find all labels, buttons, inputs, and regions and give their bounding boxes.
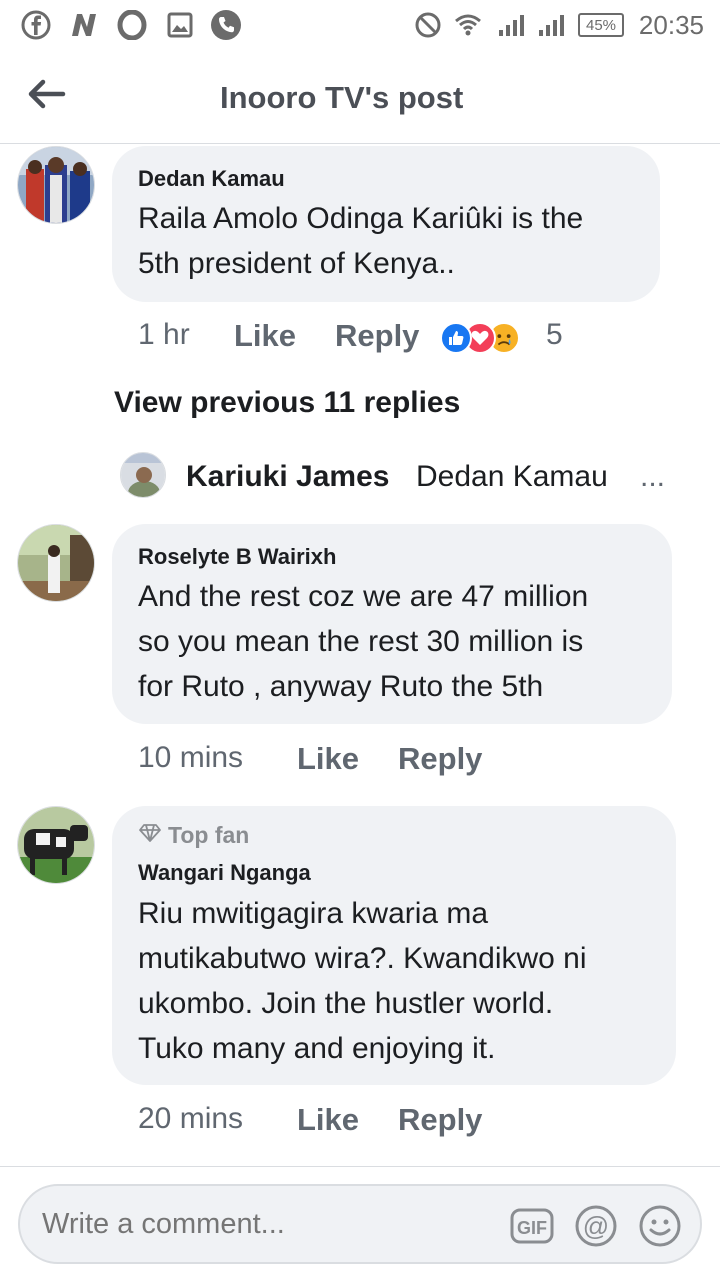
view-previous-replies-link[interactable]: View previous 11 replies (114, 386, 460, 420)
gallery-icon (164, 9, 196, 41)
comment-text: Raila Amolo Odinga Kariûki is the 5th pr… (138, 202, 584, 280)
more-indicator: ... (640, 460, 666, 493)
emoji-icon[interactable] (638, 1204, 682, 1248)
avatar[interactable] (120, 452, 166, 498)
avatar[interactable] (17, 524, 95, 602)
top-fan-badge: Top fan (138, 822, 249, 849)
comment-time: 20 mins (138, 1102, 244, 1135)
clock: 20:35 (638, 10, 704, 40)
like-button[interactable]: Like (297, 741, 359, 777)
comment-input[interactable] (42, 1208, 482, 1241)
like-reaction-icon (440, 322, 472, 354)
signal-icon (494, 9, 526, 41)
diamond-icon (138, 822, 162, 849)
comment-author[interactable]: Wangari Nganga (138, 860, 311, 886)
reply-button[interactable]: Reply (398, 741, 482, 777)
back-arrow-icon[interactable] (24, 74, 70, 114)
comment-time: 1 hr (138, 318, 190, 351)
post-header: Inooro TV's post (0, 50, 720, 144)
signal-icon (534, 9, 566, 41)
divider (0, 1166, 720, 1167)
page-title: Inooro TV's post (220, 80, 464, 115)
comment-composer[interactable]: GIF @ (18, 1184, 702, 1264)
comment-author[interactable]: Roselyte B Wairixh (138, 544, 336, 570)
svg-text:GIF: GIF (517, 1218, 547, 1238)
opera-icon (116, 9, 148, 41)
comment-bubble[interactable]: Roselyte B Wairixh And the rest coz we a… (112, 524, 672, 724)
comment-bubble[interactable]: Top fan Wangari Nganga Riu mwitigagira k… (112, 806, 676, 1085)
svg-text:@: @ (583, 1211, 609, 1241)
top-fan-label: Top fan (168, 822, 250, 848)
comment-bubble[interactable]: Dedan Kamau Raila Amolo Odinga Kariûki i… (112, 146, 660, 302)
comment-author[interactable]: Dedan Kamau (138, 166, 285, 192)
reaction-count[interactable]: 5 (546, 318, 563, 352)
avatar[interactable] (17, 146, 95, 224)
avatar[interactable] (17, 806, 95, 884)
like-button[interactable]: Like (297, 1102, 359, 1138)
like-button[interactable]: Like (234, 318, 296, 354)
battery-indicator: 45% (578, 13, 624, 37)
gif-icon[interactable]: GIF (510, 1204, 554, 1248)
reply-button[interactable]: Reply (398, 1102, 482, 1138)
comment-text: And the rest coz we are 47 million so yo… (138, 580, 589, 703)
reply-button[interactable]: Reply (335, 318, 419, 354)
status-bar: 45% 20:35 (0, 0, 720, 50)
phone-icon (210, 9, 242, 41)
n-app-icon (68, 9, 100, 41)
dnd-icon (412, 9, 444, 41)
comment-text: Riu mwitigagira kwaria ma mutikabutwo wi… (138, 897, 587, 1065)
reply-author[interactable]: Kariuki James (186, 460, 389, 494)
mention-icon[interactable]: @ (574, 1204, 618, 1248)
wifi-icon (452, 9, 484, 41)
reply-preview[interactable]: Kariuki James Dedan Kamau ... (120, 452, 700, 502)
reaction-summary[interactable] (440, 322, 540, 356)
comment-time: 10 mins (138, 741, 244, 774)
facebook-icon (20, 9, 52, 41)
reply-snippet: Dedan Kamau (416, 460, 608, 493)
